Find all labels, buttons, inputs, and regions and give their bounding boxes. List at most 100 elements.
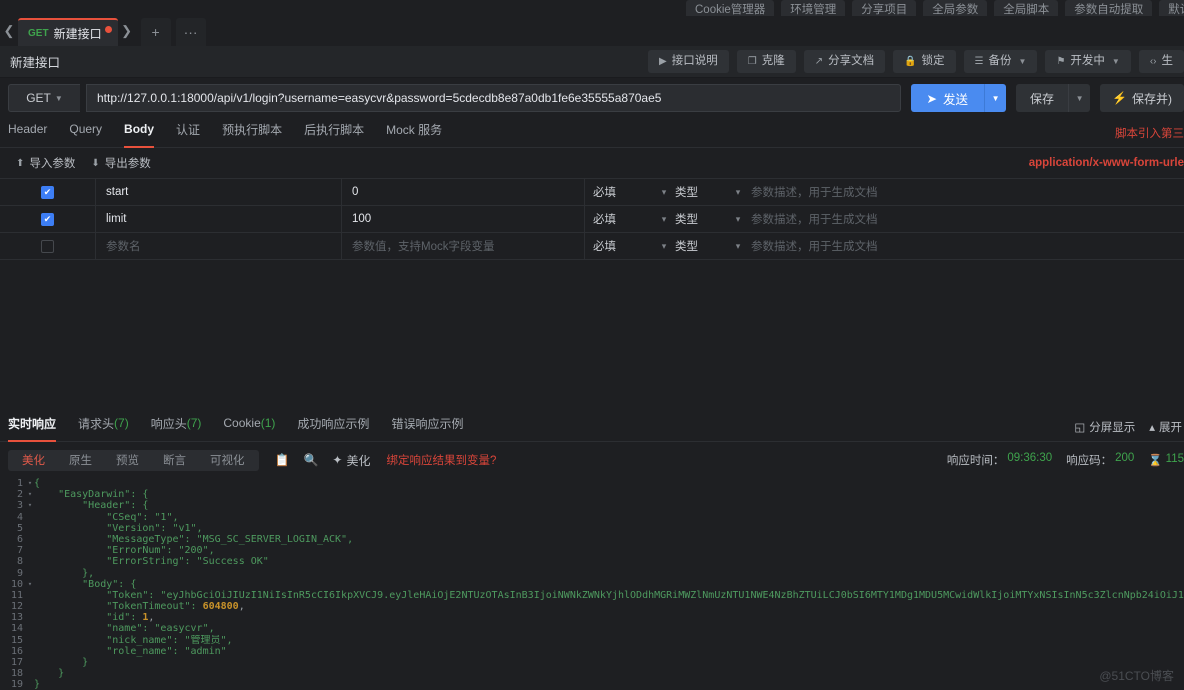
code-line-number: 19: [10, 679, 23, 690]
response-tab-请求头[interactable]: 请求头 (7): [78, 412, 129, 442]
tab-scroll-right-icon[interactable]: ❯: [118, 16, 136, 46]
param-enabled-cell: ✔: [0, 206, 96, 232]
request-tab-Header[interactable]: Header: [8, 118, 47, 148]
code-line-number: 4: [16, 511, 23, 523]
chevron-down-icon[interactable]: ▾: [725, 206, 751, 232]
api-action-label: 锁定: [921, 55, 945, 67]
global-toolbar-chip[interactable]: 分享项目: [852, 0, 917, 16]
request-tab-Mock 服务[interactable]: Mock 服务: [386, 118, 442, 148]
param-enabled-checkbox[interactable]: [41, 239, 54, 253]
import-params-button[interactable]: ⬆ 导入参数: [16, 155, 75, 171]
response-view-mode-美化[interactable]: 美化: [10, 451, 57, 470]
add-tab-button[interactable]: +: [140, 18, 171, 46]
api-action-锁定[interactable]: 🔒 锁定: [893, 50, 956, 73]
request-tab-后执行脚本[interactable]: 后执行脚本: [304, 118, 364, 148]
response-size-stat: ⌛ 115: [1148, 453, 1184, 467]
response-view-mode-原生[interactable]: 原生: [57, 451, 104, 470]
response-tab-Cookie[interactable]: Cookie (1): [223, 412, 275, 442]
bind-response-variable-link[interactable]: 绑定响应结果到变量?: [386, 452, 496, 468]
response-view-actions: ◱ 分屏显示 ▴ 展开: [1074, 419, 1184, 435]
beautify-button[interactable]: ✦ 美化: [332, 452, 370, 469]
global-toolbar-chip[interactable]: 全局参数: [923, 0, 988, 16]
api-action-开发中[interactable]: ⚑ 开发中 ▼: [1045, 50, 1131, 73]
param-desc-input[interactable]: 参数描述，用于生成文档: [751, 206, 1184, 232]
param-name-text: 参数名: [106, 241, 141, 253]
response-view-mode-group: 美化 原生 预览 断言 可视化: [8, 449, 259, 471]
code-fold-icon[interactable]: ▾: [26, 489, 34, 500]
response-code-stat: 响应码： 200: [1066, 452, 1134, 468]
chevron-down-icon[interactable]: ▾: [653, 179, 675, 205]
chevron-down-icon[interactable]: ▾: [725, 233, 751, 259]
api-action-分享文档[interactable]: ↗ 分享文档: [803, 50, 886, 73]
code-fold-icon[interactable]: ▾: [26, 579, 34, 590]
beautify-label: 美化: [346, 453, 371, 468]
chevron-down-icon[interactable]: ▾: [653, 233, 675, 259]
api-action-接口说明[interactable]: ▶ 接口说明: [648, 50, 729, 73]
code-line-number: 7: [16, 545, 23, 557]
response-tab-成功响应示例[interactable]: 成功响应示例: [297, 412, 369, 442]
split-view-button[interactable]: ◱ 分屏显示: [1074, 419, 1135, 435]
global-toolbar-chip[interactable]: 默认环境: [1159, 0, 1184, 16]
global-toolbar-chip[interactable]: 环境管理: [781, 0, 846, 16]
code-line-number: 8: [16, 556, 23, 568]
code-fold-icon[interactable]: ▾: [26, 500, 34, 511]
code-line: 16 "role_name": "admin": [0, 646, 1184, 657]
request-tab-认证[interactable]: 认证: [176, 118, 200, 148]
response-view-mode-预览[interactable]: 预览: [104, 451, 151, 470]
search-icon[interactable]: 🔍: [303, 453, 318, 467]
code-fold-icon[interactable]: ▾: [26, 478, 34, 489]
param-enabled-checkbox[interactable]: ✔: [41, 185, 54, 199]
send-button[interactable]: ➤ 发送: [910, 84, 985, 112]
url-input[interactable]: http://127.0.0.1:18000/api/v1/login?user…: [86, 84, 901, 112]
param-type-select[interactable]: 类型: [675, 233, 725, 259]
request-tab-Body[interactable]: Body: [124, 118, 155, 148]
request-tab-Query[interactable]: Query: [69, 118, 102, 148]
param-enabled-checkbox[interactable]: ✔: [41, 212, 54, 226]
request-tab-active[interactable]: GET 新建接口: [18, 18, 118, 46]
send-options-button[interactable]: ▼: [984, 84, 1007, 112]
param-value-input[interactable]: 100: [342, 206, 585, 232]
copy-icon[interactable]: 📋: [275, 453, 290, 467]
param-name-input[interactable]: 参数名: [96, 233, 342, 259]
param-type-select[interactable]: 类型: [675, 206, 725, 232]
global-toolbar-chip[interactable]: 全局脚本: [994, 0, 1059, 16]
param-required-select[interactable]: 必填: [585, 233, 653, 259]
save-button[interactable]: 保存: [1016, 84, 1069, 112]
param-name-input[interactable]: limit: [96, 206, 342, 232]
chevron-down-icon[interactable]: ▾: [653, 206, 675, 232]
param-desc-input[interactable]: 参数描述，用于生成文档: [751, 233, 1184, 259]
param-desc-input[interactable]: 参数描述，用于生成文档: [751, 179, 1184, 205]
api-action-备份[interactable]: ☰ 备份 ▼: [963, 50, 1038, 73]
global-toolbar-chip[interactable]: Cookie管理器: [686, 0, 775, 16]
api-action-生[interactable]: ‹› 生: [1138, 50, 1184, 73]
response-tab-响应头[interactable]: 响应头 (7): [151, 412, 202, 442]
export-params-button[interactable]: ⬇ 导出参数: [91, 155, 150, 171]
content-type-label: application/x-www-form-urle: [1028, 157, 1184, 169]
api-action-克隆[interactable]: ❐ 克隆: [736, 50, 796, 73]
http-method-select[interactable]: GET ▼: [8, 84, 80, 112]
param-value-input[interactable]: 参数值，支持Mock字段变量: [342, 233, 585, 259]
code-line-text: "TokenTimeout": 604800,: [34, 601, 245, 613]
expand-button[interactable]: ▴ 展开: [1149, 419, 1182, 435]
param-required-select[interactable]: 必填: [585, 179, 653, 205]
tab-more-button[interactable]: ···: [175, 18, 206, 46]
code-line: 3 ▾ "Header": {: [0, 500, 1184, 511]
param-required-select[interactable]: 必填: [585, 206, 653, 232]
save-options-button[interactable]: ▼: [1068, 84, 1091, 112]
param-name-input[interactable]: start: [96, 179, 342, 205]
watermark: @51CTO博客: [1099, 669, 1174, 683]
response-tab-实时响应[interactable]: 实时响应: [8, 412, 57, 442]
response-view-mode-断言[interactable]: 断言: [151, 451, 198, 470]
tab-scroll-left-icon[interactable]: ❮: [0, 16, 18, 46]
param-value-input[interactable]: 0: [342, 179, 585, 205]
request-tab-预执行脚本[interactable]: 预执行脚本: [222, 118, 282, 148]
code-line-number: 10: [10, 578, 23, 590]
param-type-select[interactable]: 类型: [675, 179, 725, 205]
global-toolbar-chip[interactable]: 参数自动提取: [1065, 0, 1153, 16]
response-tab-错误响应示例[interactable]: 错误响应示例: [391, 412, 463, 442]
save-and-run-button[interactable]: ⚡ 保存并): [1100, 84, 1184, 112]
response-body-code[interactable]: 1 ▾{2 ▾ "EasyDarwin": {3 ▾ "Header": {4 "CS…: [0, 478, 1184, 690]
response-view-mode-可视化[interactable]: 可视化: [198, 451, 257, 470]
code-line-number: 6: [16, 533, 23, 545]
chevron-down-icon[interactable]: ▾: [725, 179, 751, 205]
